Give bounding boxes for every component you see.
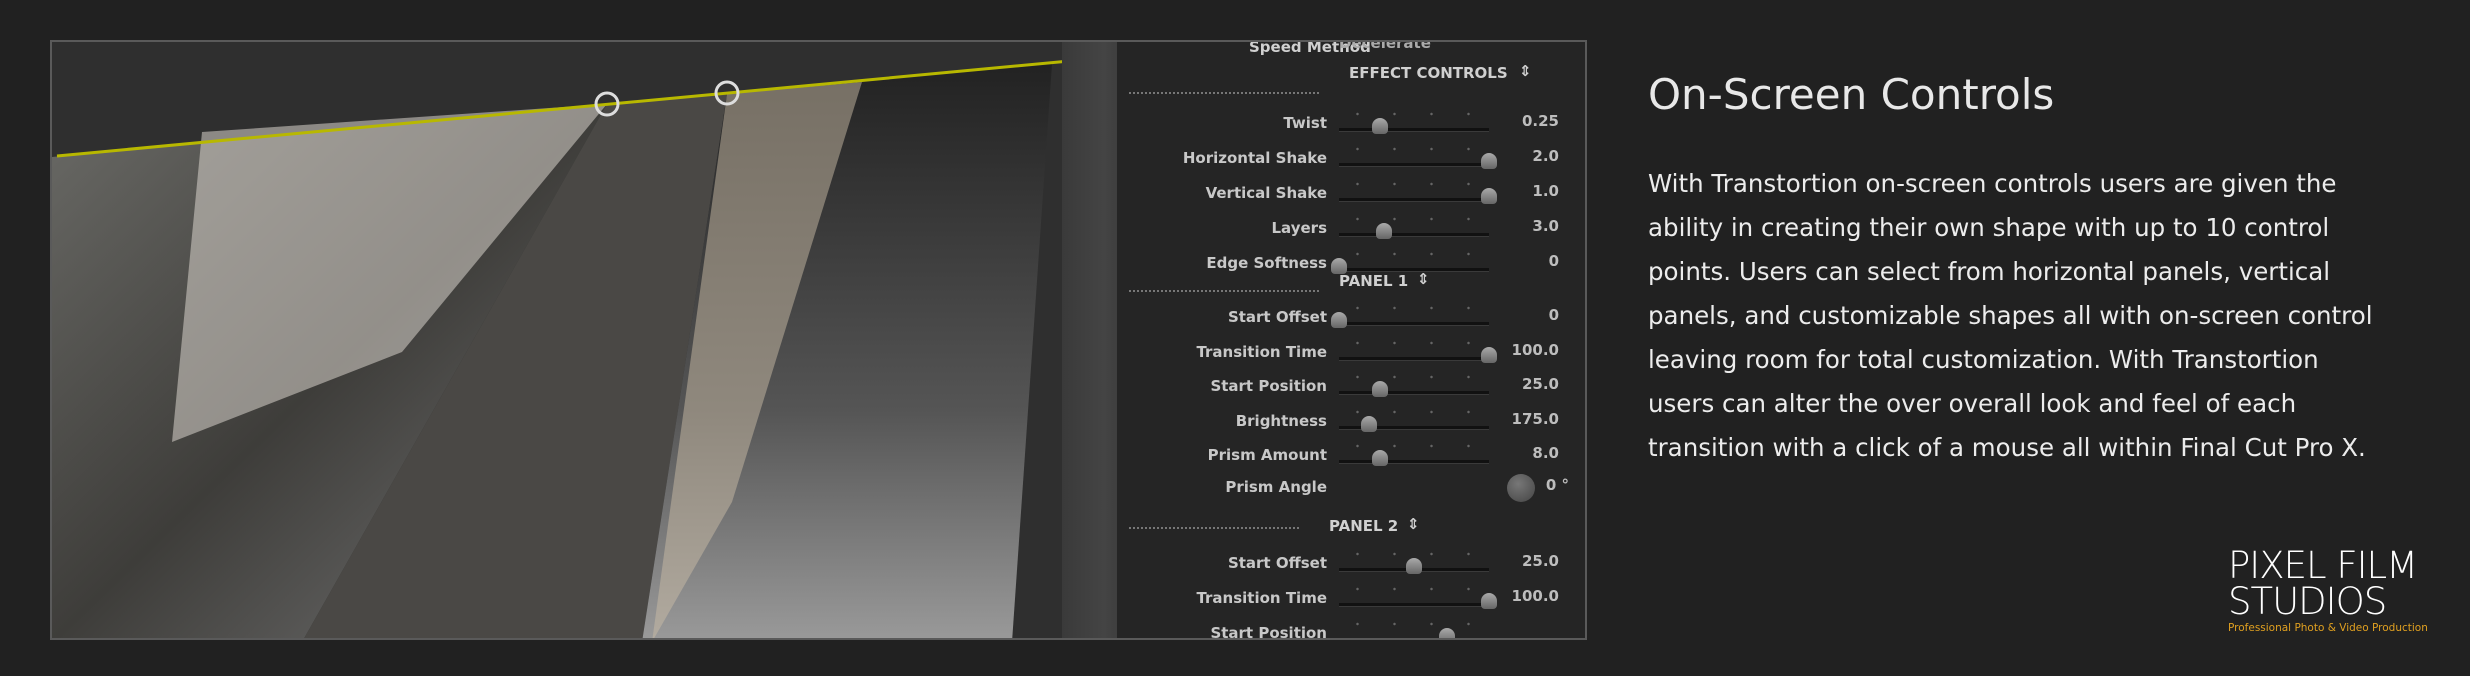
slider-label: Start Position (1210, 377, 1327, 395)
slider-label: Prism Amount (1207, 446, 1327, 464)
slider-label: Edge Softness (1206, 254, 1327, 272)
section-heading: On-Screen Controls (1648, 70, 2055, 119)
slider-row: Start Position (1117, 620, 1585, 640)
slider-label: Brightness (1235, 411, 1327, 430)
slider-label: Vertical Shake (1205, 184, 1327, 202)
slider-ticks (1339, 112, 1489, 116)
slider-row: Transition Time 100.0 (1117, 585, 1585, 615)
slider-knob[interactable] (1481, 188, 1497, 204)
slider-value[interactable]: 25.0 (1522, 375, 1559, 393)
slider-ticks (1339, 182, 1489, 186)
slider-knob[interactable] (1481, 593, 1497, 609)
slider-ticks (1339, 444, 1489, 448)
slider-knob[interactable] (1371, 381, 1388, 397)
slider-track[interactable] (1339, 603, 1489, 607)
slider-label: Layers (1271, 219, 1328, 237)
slider-value[interactable]: 3.0 (1532, 217, 1559, 235)
slider-value[interactable]: 0.25 (1522, 112, 1559, 130)
slider-value[interactable]: 8.0 (1532, 444, 1559, 462)
stepper-icon[interactable]: ⇕ (1519, 62, 1532, 80)
slider-track[interactable] (1339, 128, 1489, 132)
slider-row: Transition Time 100.0 (1117, 339, 1585, 369)
slider-ticks (1339, 306, 1489, 310)
inspector-panel: Speed Method Decelerate EFFECT CONTROLS … (1117, 42, 1585, 640)
slider-value[interactable]: 0 (1549, 252, 1559, 270)
slider-row: Start Offset 25.0 (1117, 550, 1585, 580)
logo-line1: PIXEL FILM (2228, 544, 2418, 587)
slider-row: Twist 0.25 (1117, 110, 1585, 140)
slider-label: Start Offset (1227, 554, 1327, 572)
slider-row: Start Position 25.0 (1117, 373, 1585, 403)
slider-row: Brightness 175.0 (1117, 408, 1585, 438)
prism-angle-dial[interactable] (1507, 474, 1535, 502)
slider-value[interactable]: 100.0 (1512, 587, 1559, 605)
effect-controls-header[interactable]: EFFECT CONTROLS (1349, 64, 1508, 82)
slider-label: Twist (1283, 114, 1327, 132)
slider-value[interactable]: 2.0 (1532, 147, 1559, 165)
panel2-header[interactable]: PANEL 2 (1329, 517, 1398, 535)
slider-knob[interactable] (1439, 628, 1455, 638)
slider-track[interactable] (1339, 198, 1489, 202)
slider-row: Start Offset 0 (1117, 304, 1585, 334)
pixel-film-studios-logo: PIXEL FILM STUDIOS Professional Photo & … (2228, 544, 2428, 634)
slider-track[interactable] (1339, 460, 1489, 464)
slider-knob[interactable] (1371, 118, 1388, 134)
slider-label: Start Offset (1227, 308, 1327, 326)
slider-knob[interactable] (1376, 223, 1392, 239)
slider-row: Horizontal Shake 2.0 (1117, 145, 1585, 175)
slider-label: Horizontal Shake (1182, 149, 1327, 167)
slider-ticks (1339, 375, 1489, 379)
video-preview (52, 42, 1107, 638)
slider-value[interactable]: 25.0 (1522, 552, 1559, 570)
slider-track[interactable] (1339, 163, 1489, 167)
slider-track[interactable] (1339, 391, 1489, 395)
prism-angle-label: Prism Angle (1225, 478, 1327, 496)
slider-ticks (1339, 587, 1489, 591)
slider-knob[interactable] (1361, 415, 1377, 432)
speed-method-value[interactable]: Decelerate (1339, 42, 1431, 52)
prism-angle-row: Prism Angle 0 ° (1117, 474, 1585, 504)
slider-ticks (1339, 409, 1489, 414)
slider-label: Start Position (1210, 624, 1327, 640)
slider-ticks (1339, 340, 1489, 345)
slider-track[interactable] (1339, 322, 1489, 326)
slider-row: Prism Amount 8.0 (1117, 442, 1585, 472)
slider-knob[interactable] (1481, 346, 1497, 363)
slider-knob[interactable] (1331, 312, 1347, 328)
slider-value[interactable]: 0 (1549, 306, 1559, 324)
section-description: With Transtortion on-screen controls use… (1648, 169, 2373, 462)
stepper-icon[interactable]: ⇕ (1417, 270, 1430, 288)
slider-value[interactable]: 100.0 (1512, 341, 1559, 359)
slider-ticks (1339, 622, 1489, 626)
separator (1129, 92, 1319, 94)
slider-label: Transition Time (1196, 589, 1327, 607)
slider-row: Vertical Shake 1.0 (1117, 180, 1585, 210)
separator (1129, 290, 1319, 292)
slider-knob[interactable] (1481, 153, 1497, 169)
slider-track[interactable] (1339, 233, 1489, 237)
slider-ticks (1339, 147, 1489, 151)
separator (1129, 527, 1299, 529)
slider-ticks (1339, 252, 1489, 256)
slider-value[interactable]: 1.0 (1532, 182, 1559, 200)
panel1-header[interactable]: PANEL 1 (1339, 272, 1408, 290)
screenshot-frame: Speed Method Decelerate EFFECT CONTROLS … (50, 40, 1587, 640)
slider-track[interactable] (1339, 356, 1489, 361)
logo-line2: STUDIOS (2228, 580, 2387, 623)
slider-knob[interactable] (1406, 558, 1422, 574)
stepper-icon[interactable]: ⇕ (1407, 515, 1420, 533)
logo-tagline: Professional Photo & Video Production (2228, 622, 2428, 634)
slider-knob[interactable] (1371, 450, 1388, 466)
slider-value[interactable]: 175.0 (1512, 410, 1559, 428)
slider-label: Transition Time (1196, 342, 1327, 361)
slider-ticks (1339, 217, 1489, 221)
prism-angle-value[interactable]: 0 ° (1546, 476, 1569, 494)
slider-track[interactable] (1339, 638, 1489, 640)
slider-row: Layers 3.0 (1117, 215, 1585, 245)
slider-ticks (1339, 552, 1489, 556)
